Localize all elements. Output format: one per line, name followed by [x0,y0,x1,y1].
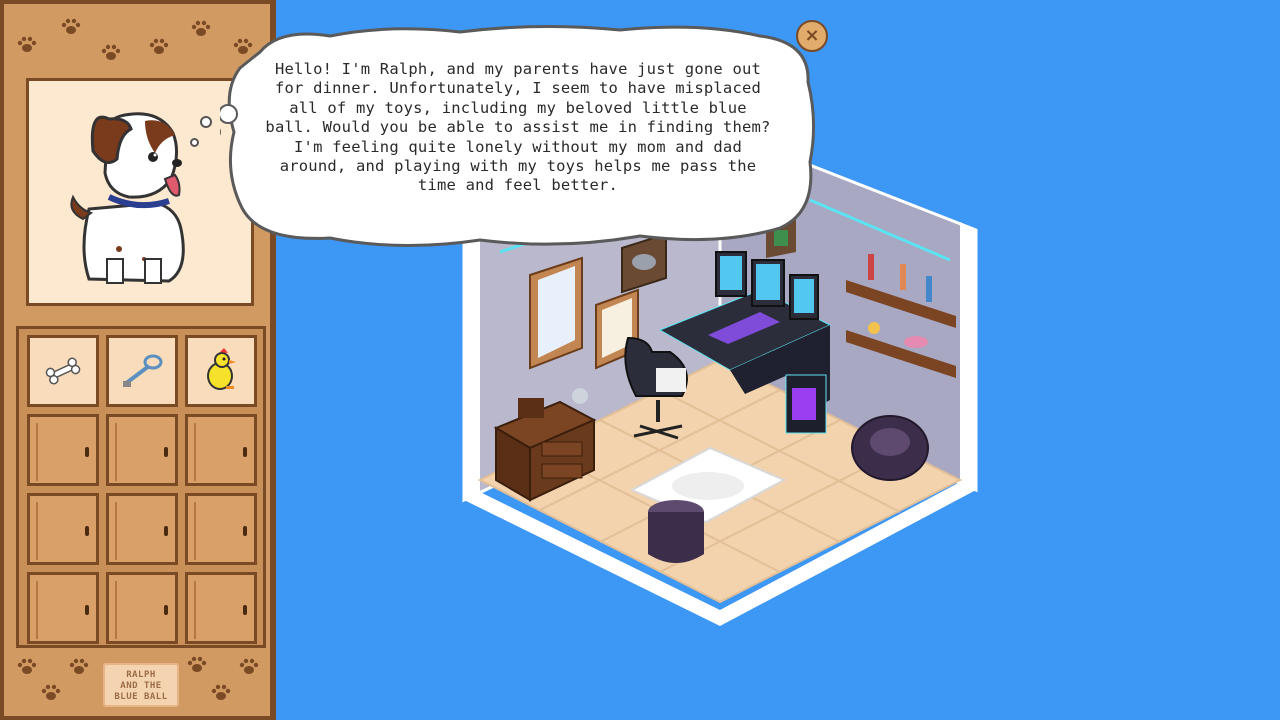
paw-icon [148,38,170,56]
inventory-slot-empty[interactable] [106,572,178,644]
paw-icon [186,656,208,674]
logo-line: AND THE [120,681,162,691]
bean-bag[interactable] [851,415,929,481]
paw-icon [40,684,62,702]
inventory-slot-empty[interactable] [185,493,257,565]
logo-line: BLUE BALL [114,692,168,702]
thought-dot [190,138,199,147]
wall-picture[interactable] [529,256,583,370]
paw-icon [16,36,38,54]
pouf[interactable] [648,500,704,563]
inventory-slot-empty[interactable] [106,493,178,565]
inventory-slot-bone[interactable] [27,335,99,407]
dog-portrait-icon [70,112,185,284]
inventory-slot-empty[interactable] [185,572,257,644]
inventory-slot-empty[interactable] [27,414,99,486]
paw-icon [100,44,122,62]
paw-icon [60,18,82,36]
inventory-slot-leash[interactable] [106,335,178,407]
paw-icon [190,20,212,38]
paw-icon [16,658,38,676]
leash-icon [123,354,163,387]
rubber-chicken-icon [207,348,236,390]
paw-icon [68,658,90,676]
inventory-slot-rubber-chicken[interactable] [185,335,257,407]
inventory-slot-empty[interactable] [27,493,99,565]
paw-icon [210,684,232,702]
dialog-text: Hello! I'm Ralph, and my parents have ju… [265,60,771,195]
game-logo: RALPH AND THE BLUE BALL [103,663,179,707]
inventory-slot-empty[interactable] [185,414,257,486]
close-icon: × [804,25,820,46]
bone-icon [45,357,81,385]
close-button[interactable]: × [796,20,828,52]
thought-dot [200,116,212,128]
inventory-grid [16,326,266,648]
paw-icon [238,658,260,676]
inventory-slot-empty[interactable] [27,572,99,644]
logo-line: RALPH [126,670,156,680]
inventory-slot-empty[interactable] [106,414,178,486]
